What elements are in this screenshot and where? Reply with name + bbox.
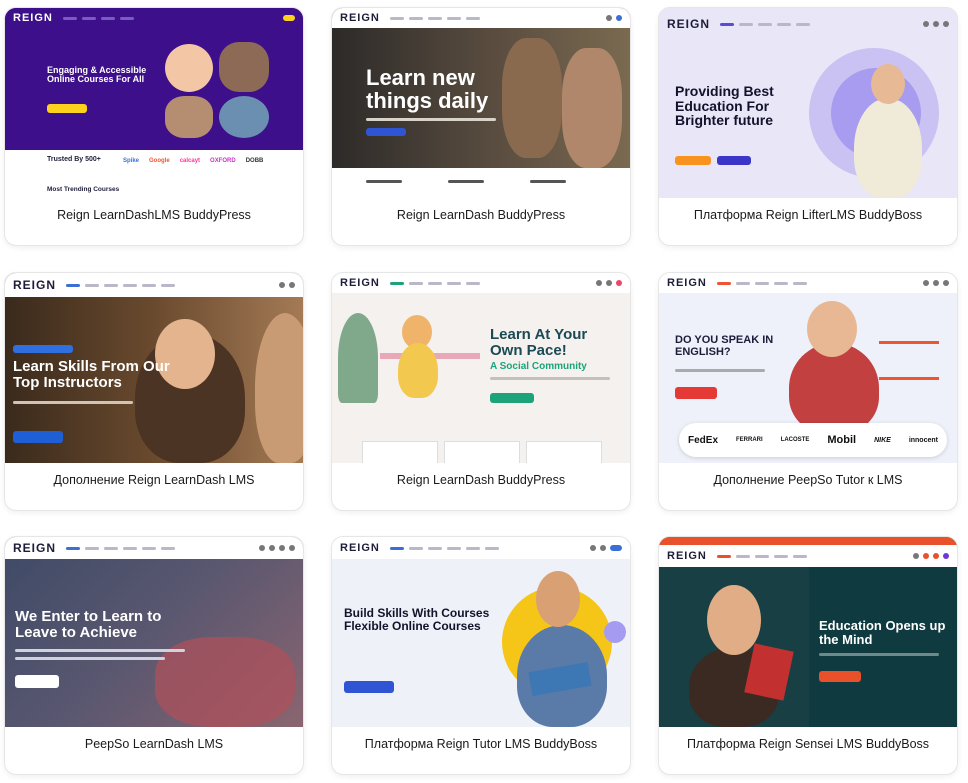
card-caption[interactable]: PeepSo LearnDash LMS: [5, 737, 303, 751]
card-caption[interactable]: Дополнение PeepSo Tutor к LMS: [659, 473, 957, 487]
theme-preview[interactable]: REIGN Education Opens up the Mind: [659, 537, 957, 727]
theme-card[interactable]: REIGN Engaging & Accessible Online Cours…: [4, 7, 304, 246]
theme-card[interactable]: REIGN Learn new things daily Reign Learn…: [331, 7, 631, 246]
card-caption[interactable]: Дополнение Reign LearnDash LMS: [5, 473, 303, 487]
brand-logo: Mobil: [827, 434, 857, 446]
headline: Engaging & Accessible Online Courses For…: [47, 65, 147, 85]
logo: REIGN: [340, 277, 380, 289]
logo: REIGN: [340, 542, 380, 554]
theme-preview[interactable]: REIGN DO YOU SPEAK IN ENGLISH? FedEx FER…: [659, 273, 957, 463]
logo: REIGN: [13, 12, 53, 24]
theme-card[interactable]: REIGN Build Skills With Courses Flexible…: [331, 536, 631, 775]
section-title: Most Trending Courses: [47, 186, 120, 193]
headline: Learn Skills From Our Top Instructors: [13, 358, 170, 391]
brand-logo: LACOSTE: [780, 437, 810, 443]
cta-button[interactable]: [15, 675, 59, 688]
card-caption[interactable]: Платформа Reign Sensei LMS BuddyBoss: [659, 737, 957, 751]
theme-preview[interactable]: REIGN Learn At Your Own Pace! A Social C…: [332, 273, 630, 463]
theme-preview[interactable]: REIGN Providing Best Education For Brigh…: [659, 8, 957, 198]
card-caption[interactable]: Reign LearnDash BuddyPress: [332, 473, 630, 487]
cta-button[interactable]: [819, 671, 861, 682]
secondary-button[interactable]: [717, 156, 751, 165]
brand-logo: FERRARI: [736, 437, 763, 443]
cta-button[interactable]: [344, 681, 394, 693]
logo: REIGN: [667, 17, 711, 31]
cta-button[interactable]: [13, 431, 63, 443]
theme-card[interactable]: REIGN Learn At Your Own Pace! A Social C…: [331, 272, 631, 511]
logo: REIGN: [667, 550, 707, 562]
logo: REIGN: [340, 12, 380, 24]
cta-button[interactable]: [47, 104, 87, 113]
headline: DO YOU SPEAK IN ENGLISH?: [675, 334, 774, 358]
brand-logo: FedEx: [688, 434, 719, 446]
card-caption[interactable]: Reign LearnDash BuddyPress: [332, 208, 630, 222]
subheadline: A Social Community: [490, 361, 587, 372]
headline: Learn new things daily: [366, 65, 489, 114]
headline: Learn At Your Own Pace!: [490, 326, 588, 359]
theme-card[interactable]: REIGN Education Opens up the Mind Платфо…: [658, 536, 958, 775]
card-caption[interactable]: Платформа Reign LifterLMS BuddyBoss: [659, 208, 957, 222]
theme-preview[interactable]: REIGN Build Skills With Courses Flexible…: [332, 537, 630, 727]
brand-strip: FedEx FERRARI LACOSTE Mobil NIKE innocen…: [679, 423, 947, 457]
theme-card[interactable]: REIGN We Enter to Learn to Leave to Achi…: [4, 536, 304, 775]
headline: Build Skills With Courses Flexible Onlin…: [344, 606, 490, 633]
cta-button[interactable]: [490, 393, 534, 403]
logo: REIGN: [667, 277, 707, 289]
cta-button[interactable]: [675, 387, 717, 399]
theme-preview[interactable]: REIGN We Enter to Learn to Leave to Achi…: [5, 537, 303, 727]
brand-logo: innocent: [908, 436, 938, 444]
theme-preview[interactable]: REIGN Learn new things daily: [332, 8, 630, 198]
logo: REIGN: [13, 278, 57, 292]
cta-button[interactable]: [675, 156, 711, 165]
theme-card[interactable]: REIGN DO YOU SPEAK IN ENGLISH? FedEx FER…: [658, 272, 958, 511]
headline: We Enter to Learn to Leave to Achieve: [15, 608, 162, 641]
card-caption[interactable]: Платформа Reign Tutor LMS BuddyBoss: [332, 737, 630, 751]
cta-button[interactable]: [366, 128, 406, 136]
theme-preview[interactable]: REIGN Engaging & Accessible Online Cours…: [5, 8, 303, 198]
theme-card[interactable]: REIGN Providing Best Education For Brigh…: [658, 7, 958, 246]
headline: Providing Best Education For Brighter fu…: [675, 83, 774, 129]
brand-logo: NIKE: [874, 436, 891, 444]
card-caption[interactable]: Reign LearnDashLMS BuddyPress: [5, 208, 303, 222]
logo: REIGN: [13, 541, 57, 555]
theme-preview[interactable]: REIGN Learn Skills From Our Top Instruct…: [5, 273, 303, 463]
theme-card[interactable]: REIGN Learn Skills From Our Top Instruct…: [4, 272, 304, 511]
headline: Education Opens up the Mind: [819, 618, 946, 647]
trusted-label: Trusted By 500+: [47, 156, 101, 163]
